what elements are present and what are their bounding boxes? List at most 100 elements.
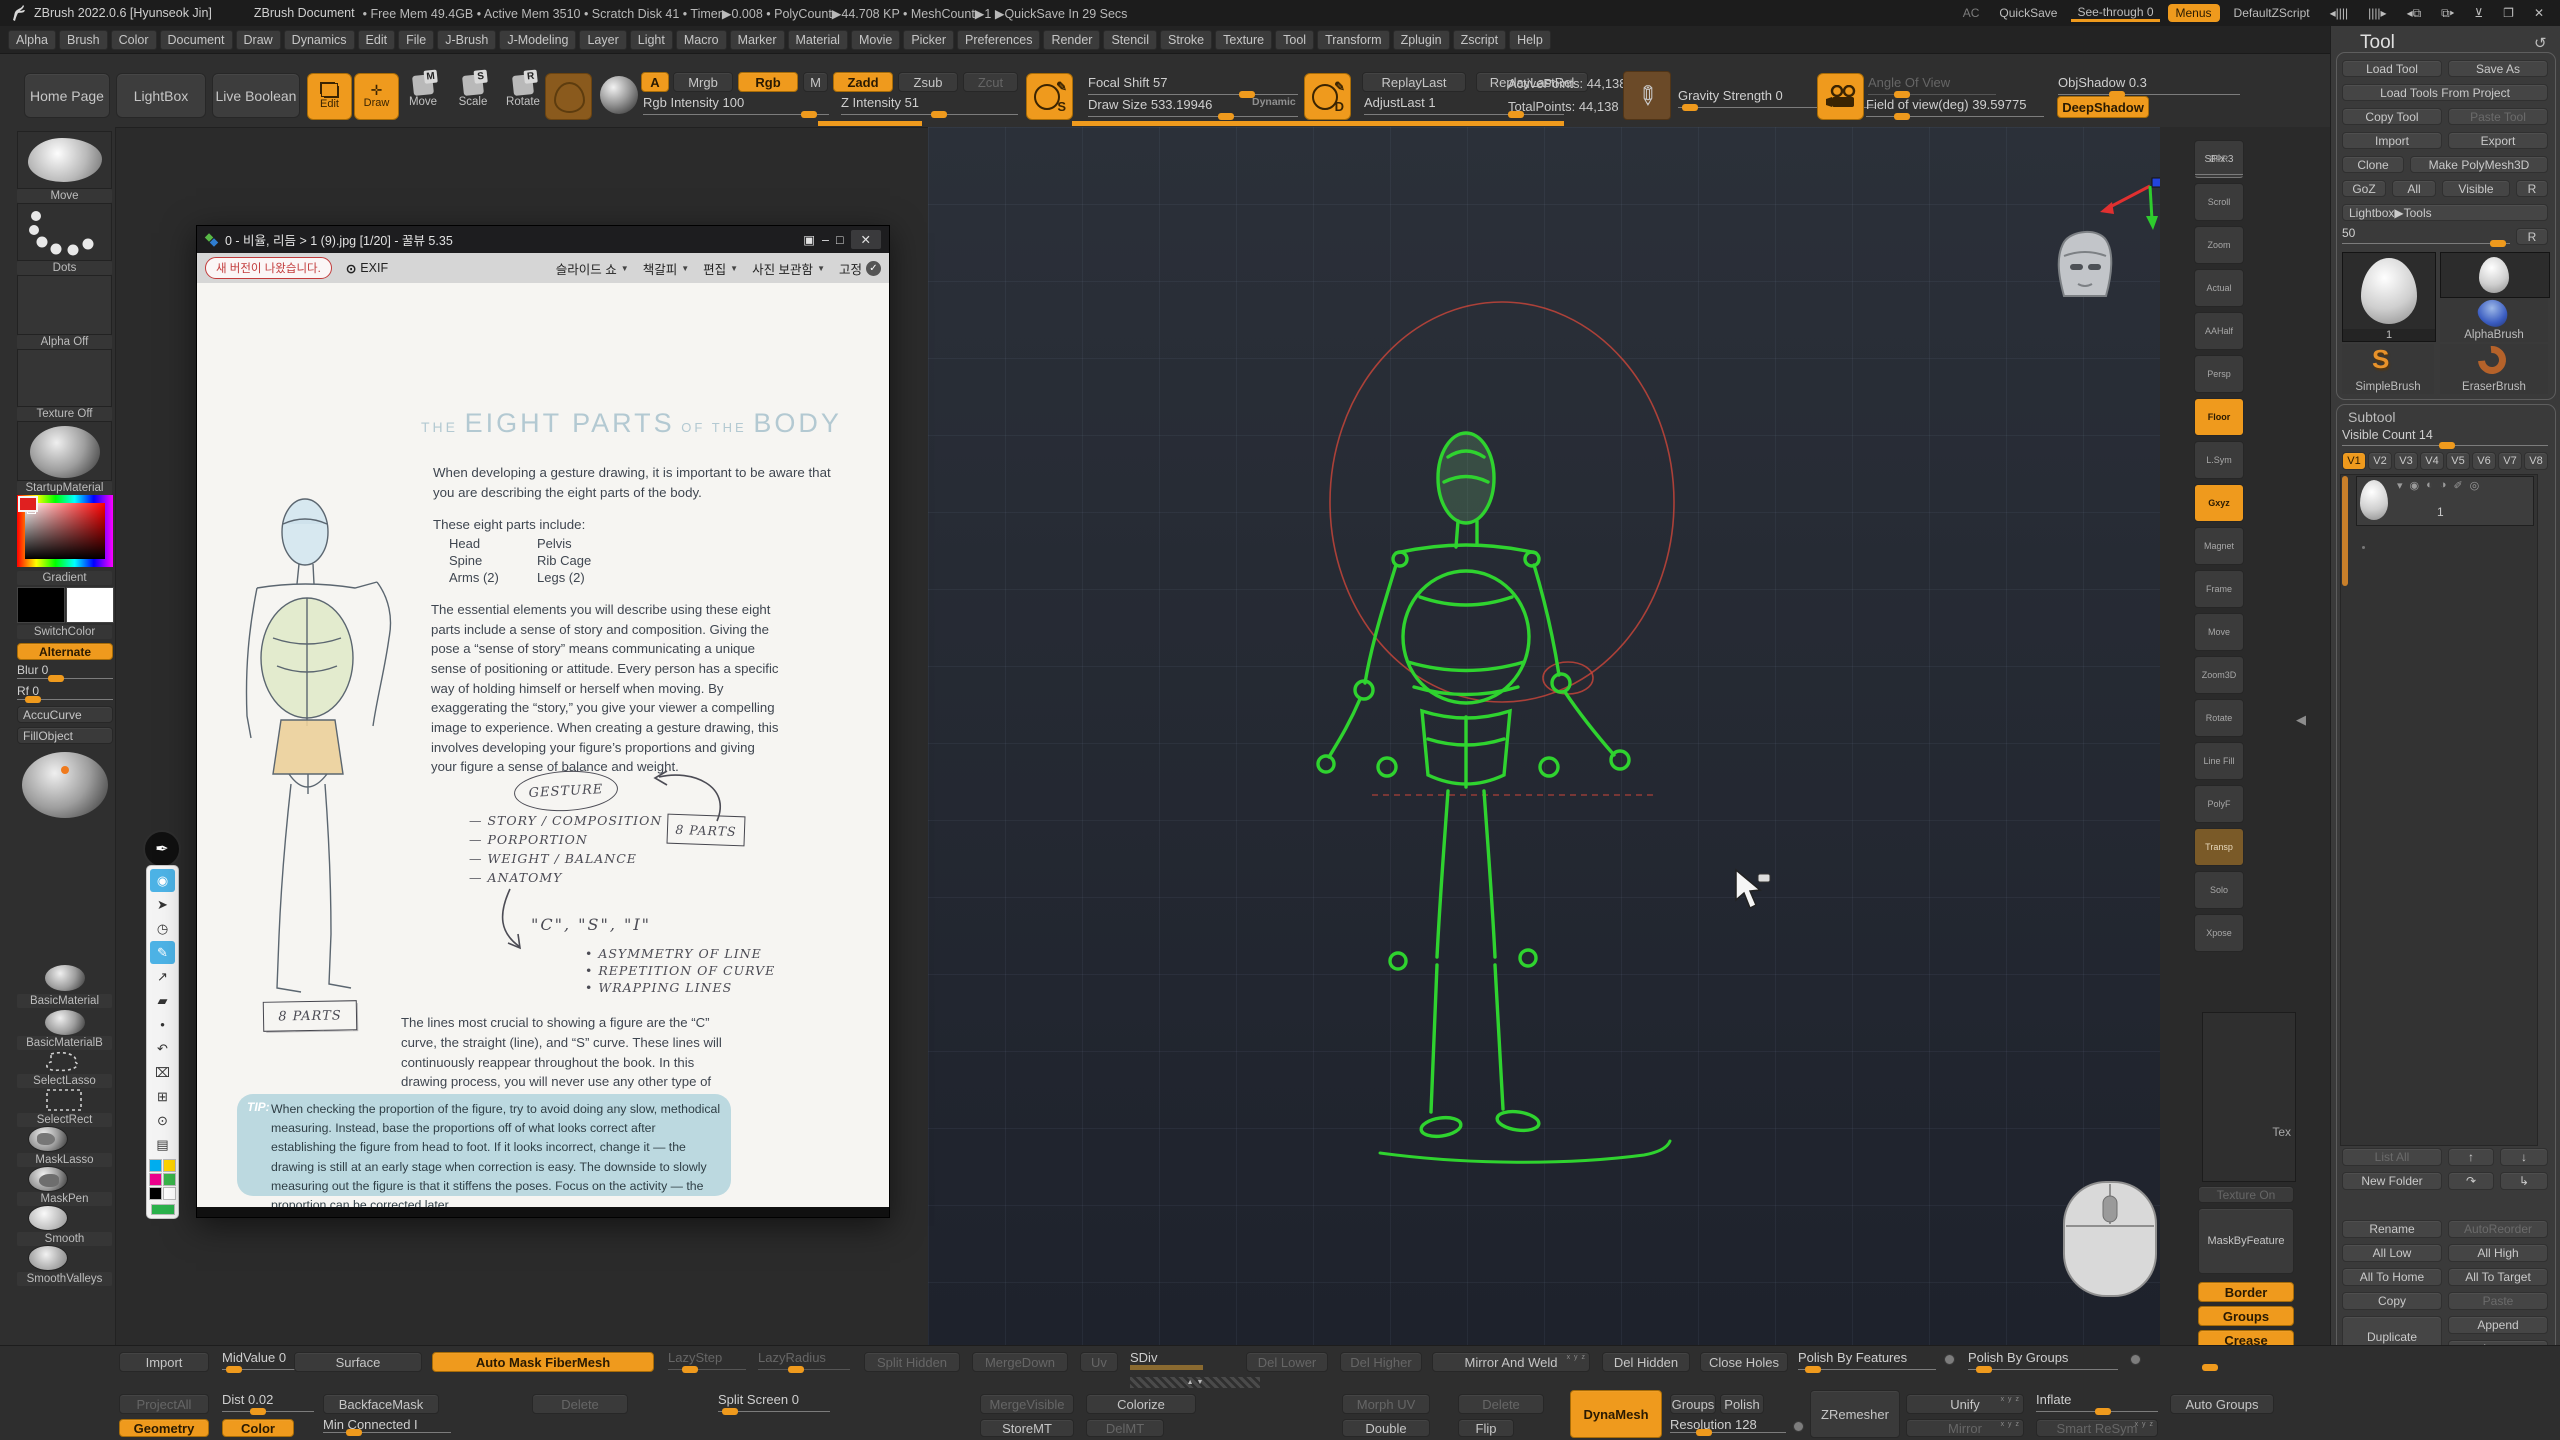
annotation-tool[interactable]: ✎ <box>150 941 175 964</box>
subtool-toggle-icon[interactable]: ◉ <box>2410 479 2420 492</box>
all-to-home-button[interactable]: All To Home <box>2342 1268 2442 1286</box>
subtool-toggle-icon[interactable]: ✐ <box>2453 479 2462 492</box>
sdiv-slider[interactable]: SDiv <box>1130 1350 1234 1372</box>
right-shelf-button[interactable]: Solo <box>2194 871 2244 909</box>
move-down-button[interactable]: ↓ <box>2500 1148 2548 1166</box>
slider-thumb[interactable] <box>250 1408 266 1415</box>
paste-button[interactable]: Paste <box>2448 1292 2548 1310</box>
home-page-button[interactable]: Home Page <box>24 73 110 118</box>
uv-button[interactable]: Uv <box>1080 1352 1118 1372</box>
subtool-toggle-icon[interactable]: ◑ <box>2440 479 2447 492</box>
close-icon[interactable]: ✕ <box>2528 6 2550 20</box>
edit-button[interactable]: Edit <box>307 73 352 120</box>
pin-toggle[interactable]: 고정 ✓ <box>839 259 881 278</box>
dynamic-size-icon-button[interactable]: D ✎ <box>1304 73 1351 120</box>
lightbox-tools-button[interactable]: Lightbox▶Tools <box>2342 204 2548 221</box>
slider-thumb[interactable] <box>48 675 64 682</box>
menu-item[interactable]: Macro <box>676 30 727 50</box>
load-tools-from-project-button[interactable]: Load Tools From Project <box>2342 84 2548 101</box>
append-button[interactable]: Append <box>2448 1316 2548 1334</box>
texture-on-button[interactable]: Texture On <box>2198 1186 2294 1203</box>
default-zscript-button[interactable]: DefaultZScript <box>2228 6 2316 20</box>
restore-icon[interactable]: ❐ <box>2497 6 2520 20</box>
mirror-button[interactable]: Mirrorx y z <box>1906 1419 2024 1437</box>
z-intensity-slider[interactable]: Z Intensity 51 <box>841 95 1018 117</box>
annotation-tool[interactable]: ▤ <box>150 1133 175 1156</box>
polish-groups-mode-dot[interactable] <box>2130 1354 2141 1365</box>
subtool-tab[interactable]: V3 <box>2394 452 2418 470</box>
basic-material-thumb[interactable] <box>45 965 85 991</box>
save-as-button[interactable]: Save As <box>2448 60 2548 77</box>
photo-library-menu[interactable]: 사진 보관함▼ <box>752 259 825 278</box>
move-into-button[interactable]: ↳ <box>2500 1172 2548 1190</box>
xyz-toggles[interactable]: x y z <box>2001 1421 2020 1428</box>
border-button[interactable]: Border <box>2198 1282 2294 1302</box>
deep-shadow-button[interactable]: DeepShadow <box>2057 96 2149 118</box>
right-shelf-button[interactable]: Gxyz <box>2194 484 2244 522</box>
subtool-tab[interactable]: V2 <box>2368 452 2392 470</box>
annotation-tool[interactable]: ⊙ <box>150 1109 175 1132</box>
double-button[interactable]: Double <box>1342 1419 1430 1437</box>
delmt-button[interactable]: DelMT <box>1086 1419 1164 1437</box>
basic-material-b-thumb[interactable] <box>45 1010 85 1035</box>
rf-slider[interactable]: Rf 0 <box>17 684 113 702</box>
viewer-title-bar[interactable]: 0 - 비율, 리듬 > 1 (9).jpg [1/20] - 꿀뷰 5.35 … <box>197 226 889 253</box>
quicksave-r-button[interactable]: R <box>2516 228 2548 245</box>
menu-item[interactable]: Zplugin <box>1393 30 1450 50</box>
right-shelf-button[interactable]: Scroll <box>2194 183 2244 221</box>
import-button[interactable]: Import <box>2342 132 2442 149</box>
menu-item[interactable]: Color <box>111 30 157 50</box>
right-shelf-button[interactable]: L.Sym <box>2194 441 2244 479</box>
rgb-button[interactable]: Rgb <box>738 72 798 92</box>
dynamesh-polish-button[interactable]: Polish <box>1720 1394 1764 1414</box>
right-shelf-button[interactable]: Transp <box>2194 828 2244 866</box>
menu-item[interactable]: Preferences <box>957 30 1040 50</box>
color-swatch[interactable] <box>163 1187 176 1200</box>
menu-item[interactable]: Alpha <box>8 30 56 50</box>
obj-shadow-slider[interactable]: ObjShadow 0.3 <box>2058 75 2240 97</box>
resolution-mode-dot[interactable] <box>1793 1421 1804 1432</box>
delete-button[interactable]: Delete <box>1458 1394 1544 1414</box>
menu-item[interactable]: Texture <box>1215 30 1272 50</box>
subtool-list[interactable] <box>2340 474 2538 1146</box>
delete-button[interactable]: Delete <box>532 1394 628 1414</box>
minimize-icon[interactable]: ⊻ <box>2468 6 2489 20</box>
fit-window-icon[interactable]: ▣ <box>803 232 815 247</box>
slider-thumb[interactable] <box>1508 111 1524 118</box>
right-shelf-button[interactable]: Zoom <box>2194 226 2244 264</box>
slideshow-menu[interactable]: 슬라이드 쇼▼ <box>556 259 629 278</box>
slider-thumb[interactable] <box>2490 240 2506 247</box>
select-lasso-thumb[interactable] <box>17 1050 112 1074</box>
del-higher-button[interactable]: Del Higher <box>1340 1352 1422 1372</box>
focal-shift-icon-button[interactable]: S ✎ <box>1026 73 1073 120</box>
material-thumb[interactable] <box>30 426 100 478</box>
scale-button[interactable]: S Scale <box>452 75 494 108</box>
clone-button[interactable]: Clone <box>2342 156 2404 173</box>
edit-menu[interactable]: 편집▼ <box>703 259 738 278</box>
rename-button[interactable]: Rename <box>2342 1220 2442 1238</box>
subtool-toggle-icon[interactable]: ◎ <box>2470 479 2480 492</box>
xyz-toggles[interactable]: x y z <box>2001 1396 2020 1403</box>
slider-thumb[interactable] <box>1805 1366 1821 1373</box>
move-button[interactable]: M Move <box>402 75 444 108</box>
annotation-tool[interactable]: ↗ <box>150 965 175 988</box>
viewer-close-icon[interactable]: ✕ <box>851 230 881 249</box>
slider-thumb[interactable] <box>788 1366 804 1373</box>
geometry-button[interactable]: Geometry <box>119 1419 209 1437</box>
slider-thumb[interactable] <box>682 1366 698 1373</box>
menus-button[interactable]: Menus <box>2168 4 2220 22</box>
menu-item[interactable]: Movie <box>851 30 900 50</box>
export-button[interactable]: Export <box>2448 132 2548 149</box>
goz-button[interactable]: GoZ <box>2342 180 2386 197</box>
make-polymesh3d-button[interactable]: Make PolyMesh3D <box>2410 156 2548 173</box>
resolution-slider[interactable]: Resolution 128 <box>1670 1417 1786 1435</box>
right-shelf-button[interactable]: Line Fill <box>2194 742 2244 780</box>
menu-item[interactable]: Render <box>1043 30 1100 50</box>
see-through-slider[interactable]: See-through 0 <box>2071 5 2159 22</box>
autoreorder-button[interactable]: AutoReorder <box>2448 1220 2548 1238</box>
subtool-item[interactable]: ▾◉◐◑✐◎ 1 <box>2356 476 2534 526</box>
window-layout-left-icon[interactable]: ◂⧉ <box>2401 6 2428 21</box>
tool-slot[interactable] <box>2440 252 2550 298</box>
all-low-button[interactable]: All Low <box>2342 1244 2442 1262</box>
right-shelf-button[interactable]: Magnet <box>2194 527 2244 565</box>
